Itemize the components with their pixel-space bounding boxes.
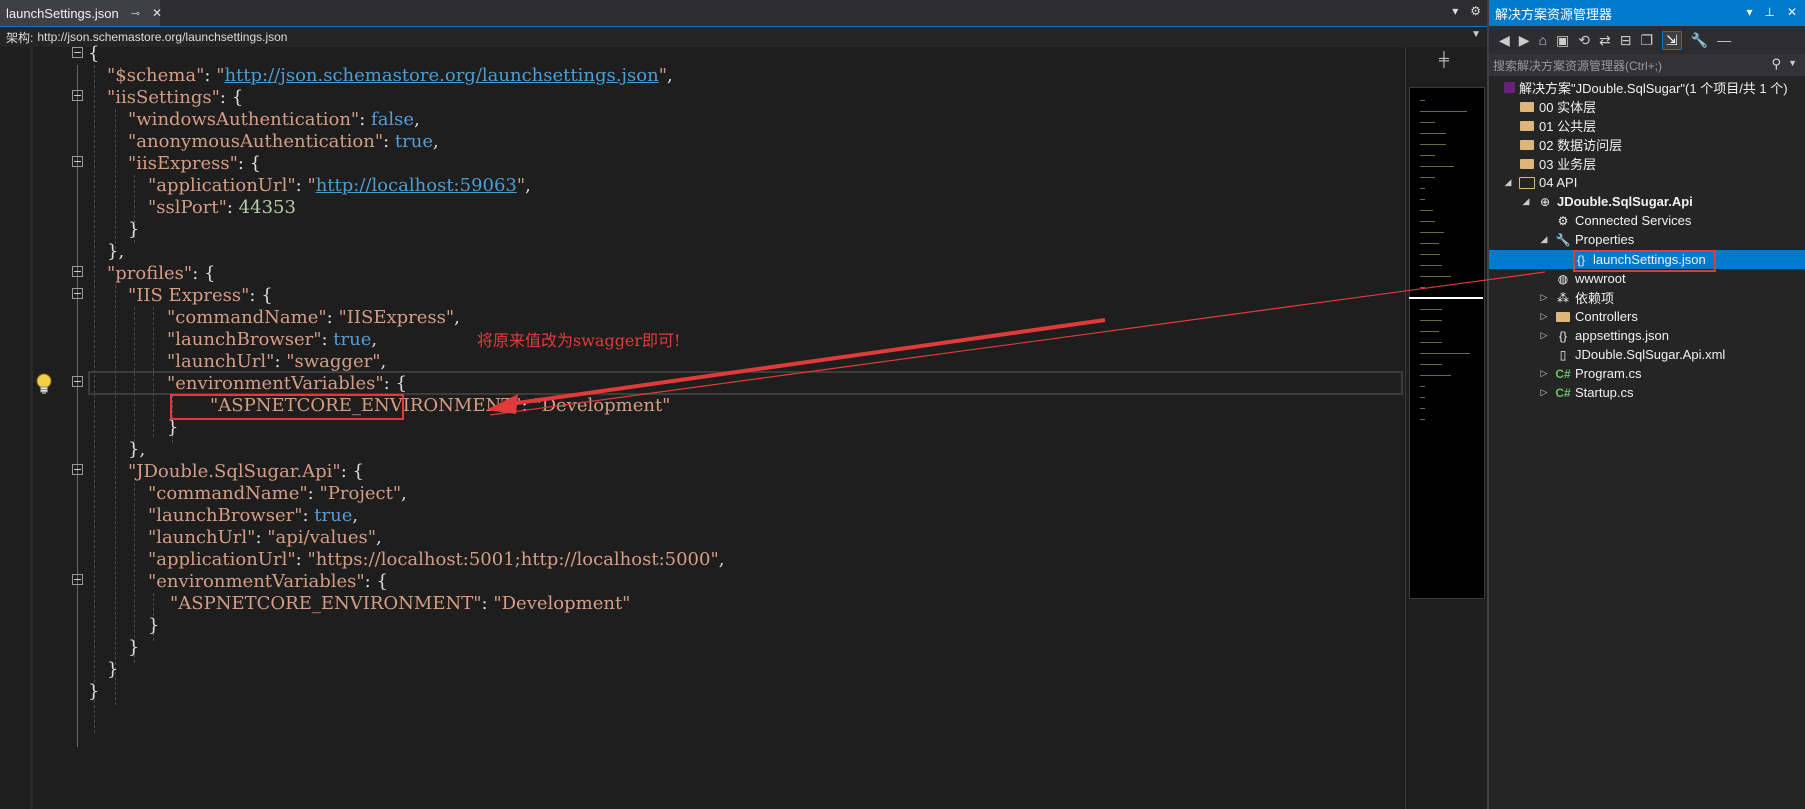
tree-item-solution[interactable]: 解决方案"JDouble.SqlSugar"(1 个项目/共 1 个) bbox=[1489, 78, 1805, 97]
minimap-line bbox=[1420, 419, 1425, 420]
tree-item-controllers[interactable]: ▷ Controllers bbox=[1489, 307, 1805, 326]
sync-icon[interactable]: ⇄ bbox=[1599, 32, 1611, 49]
annotation-text: 将原来值改为swagger即可! bbox=[477, 331, 681, 350]
chevron-down-icon[interactable]: ▾ bbox=[1746, 5, 1752, 19]
highlight-explorer-box bbox=[1573, 250, 1716, 272]
globe-icon: ◍ bbox=[1557, 271, 1569, 286]
code-editor[interactable]: − − − − − − − − { "$schema": "http://jso… bbox=[0, 43, 1405, 809]
forward-icon[interactable]: ▶ bbox=[1519, 32, 1530, 49]
gear-icon[interactable]: ⚙ bbox=[1470, 4, 1481, 18]
tree-item-properties[interactable]: ◢ 🔧 Properties bbox=[1489, 230, 1805, 249]
explorer-title: 解决方案资源管理器 bbox=[1495, 6, 1613, 22]
editor-pane: launchSettings.json ⊸ ✕ ▾ ⚙ 架构: http://j… bbox=[0, 0, 1489, 809]
chevron-down-icon[interactable]: ▼ bbox=[1788, 58, 1797, 68]
web-project-icon: ⊕ bbox=[1539, 194, 1551, 209]
schema-bar[interactable]: 架构: http://json.schemastore.org/launchse… bbox=[0, 27, 1489, 47]
minimap-line bbox=[1420, 353, 1470, 354]
solution-icon bbox=[1501, 80, 1517, 96]
fold-toggle[interactable]: − bbox=[72, 90, 83, 101]
switch-view-icon[interactable]: ▣ bbox=[1556, 32, 1569, 49]
expand-triangle-icon[interactable]: ▷ bbox=[1539, 368, 1549, 379]
schema-label: 架构: bbox=[6, 30, 34, 45]
tree-item-api-xml[interactable]: ▯ JDouble.SqlSugar.Api.xml bbox=[1489, 345, 1805, 364]
xml-file-icon: ▯ bbox=[1559, 347, 1567, 362]
minimap-line bbox=[1420, 342, 1443, 343]
tree-item-program[interactable]: ▷ C# Program.cs bbox=[1489, 364, 1805, 383]
split-icon[interactable]: ╪ bbox=[1439, 51, 1449, 67]
tree-item-project[interactable]: ◢ ⊕ JDouble.SqlSugar.Api bbox=[1489, 192, 1805, 211]
tab-label: launchSettings.json bbox=[6, 5, 119, 21]
explorer-title-bar: 解决方案资源管理器 ▾ ⊥ ✕ bbox=[1489, 0, 1805, 26]
fold-toggle[interactable]: − bbox=[72, 574, 83, 585]
folder-icon bbox=[1519, 156, 1535, 172]
document-tabbar: launchSettings.json ⊸ ✕ ▾ ⚙ bbox=[0, 0, 1489, 27]
minimap-line bbox=[1420, 309, 1442, 310]
solution-explorer: 解决方案资源管理器 ▾ ⊥ ✕ ◀ ▶ ⌂ ▣ ⟲ ⇄ ⊟ ❐ ⇲ 🔧 — 搜索… bbox=[1489, 0, 1805, 809]
minimap-line bbox=[1420, 320, 1442, 321]
tree-item-connected-services[interactable]: ⚙ Connected Services bbox=[1489, 211, 1805, 230]
fold-toggle[interactable]: − bbox=[72, 47, 83, 58]
connected-services-icon: ⚙ bbox=[1557, 213, 1569, 228]
close-icon[interactable]: ✕ bbox=[152, 6, 162, 20]
home-icon[interactable]: ⌂ bbox=[1539, 32, 1547, 48]
folder-icon bbox=[1519, 137, 1535, 153]
tree-item-startup[interactable]: ▷ C# Startup.cs bbox=[1489, 383, 1805, 402]
collapse-triangle-icon[interactable]: ◢ bbox=[1539, 234, 1549, 245]
tree-item-folder[interactable]: 02 数据访问层 bbox=[1489, 135, 1805, 154]
show-all-files-icon[interactable]: ❐ bbox=[1640, 32, 1653, 49]
wrench-icon: 🔧 bbox=[1555, 232, 1571, 247]
dependencies-icon: ⁂ bbox=[1557, 290, 1569, 305]
expand-triangle-icon[interactable]: ▷ bbox=[1539, 330, 1549, 341]
minimap-line bbox=[1420, 397, 1425, 398]
fold-toggle[interactable]: − bbox=[72, 266, 83, 277]
fold-toggle[interactable]: − bbox=[72, 156, 83, 167]
track-active-icon[interactable]: ⇲ bbox=[1662, 30, 1682, 50]
schema-value[interactable]: http://json.schemastore.org/launchsettin… bbox=[37, 30, 287, 44]
pin-icon[interactable]: ⊸ bbox=[131, 7, 140, 20]
tree-item-folder[interactable]: 01 公共层 bbox=[1489, 116, 1805, 135]
tree-item-folder[interactable]: 00 实体层 bbox=[1489, 97, 1805, 116]
expand-triangle-icon[interactable]: ▷ bbox=[1539, 311, 1549, 322]
folder-icon bbox=[1555, 309, 1571, 325]
folder-open-icon bbox=[1519, 175, 1535, 191]
fold-toggle[interactable]: − bbox=[72, 464, 83, 475]
pin-icon[interactable]: ⊥ bbox=[1764, 5, 1774, 19]
wrench-icon[interactable]: 🔧 bbox=[1691, 32, 1708, 49]
csharp-file-icon: C# bbox=[1555, 385, 1571, 400]
history-icon[interactable]: ⟲ bbox=[1578, 32, 1590, 49]
tab-launchsettings[interactable]: launchSettings.json ⊸ ✕ bbox=[0, 0, 162, 26]
chevron-down-icon[interactable]: ▼ bbox=[1471, 29, 1481, 40]
minimap-line bbox=[1420, 386, 1425, 387]
json-file-icon: {} bbox=[1558, 328, 1567, 343]
search-placeholder: 搜索解决方案资源管理器(Ctrl+;) bbox=[1493, 58, 1662, 73]
minimap-line bbox=[1420, 364, 1442, 365]
explorer-search-input[interactable]: 搜索解决方案资源管理器(Ctrl+;) ⚲ ▼ bbox=[1489, 54, 1805, 76]
minimap-viewport[interactable] bbox=[1409, 87, 1483, 299]
collapse-triangle-icon[interactable]: ◢ bbox=[1521, 196, 1531, 207]
minimap[interactable]: ╪ bbox=[1405, 47, 1488, 809]
fold-toggle[interactable]: − bbox=[72, 376, 83, 387]
tab-dropdown-icon[interactable]: ▾ bbox=[1452, 4, 1458, 18]
explorer-toolbar: ◀ ▶ ⌂ ▣ ⟲ ⇄ ⊟ ❐ ⇲ 🔧 — bbox=[1489, 26, 1805, 54]
tree-item-folder-api[interactable]: ◢ 04 API bbox=[1489, 173, 1805, 192]
back-icon[interactable]: ◀ bbox=[1499, 32, 1510, 49]
minimap-line bbox=[1420, 375, 1452, 376]
fold-toggle[interactable]: − bbox=[72, 288, 83, 299]
folder-icon bbox=[1519, 99, 1535, 115]
tree-item-appsettings[interactable]: ▷ {} appsettings.json bbox=[1489, 326, 1805, 345]
expand-triangle-icon[interactable]: ▷ bbox=[1539, 387, 1549, 398]
minus-icon[interactable]: — bbox=[1717, 32, 1731, 48]
tree-item-dependencies[interactable]: ▷ ⁂ 依赖项 bbox=[1489, 288, 1805, 307]
csharp-file-icon: C# bbox=[1555, 366, 1571, 381]
highlight-launchurl-box bbox=[170, 394, 404, 420]
minimap-line bbox=[1420, 408, 1425, 409]
folder-icon bbox=[1519, 118, 1535, 134]
search-icon[interactable]: ⚲ bbox=[1771, 56, 1781, 72]
minimap-line bbox=[1420, 331, 1440, 332]
collapse-all-icon[interactable]: ⊟ bbox=[1620, 32, 1632, 49]
expand-triangle-icon[interactable]: ▷ bbox=[1539, 292, 1549, 303]
collapse-triangle-icon[interactable]: ◢ bbox=[1503, 177, 1513, 188]
close-icon[interactable]: ✕ bbox=[1787, 5, 1797, 19]
tree-item-folder[interactable]: 03 业务层 bbox=[1489, 154, 1805, 173]
